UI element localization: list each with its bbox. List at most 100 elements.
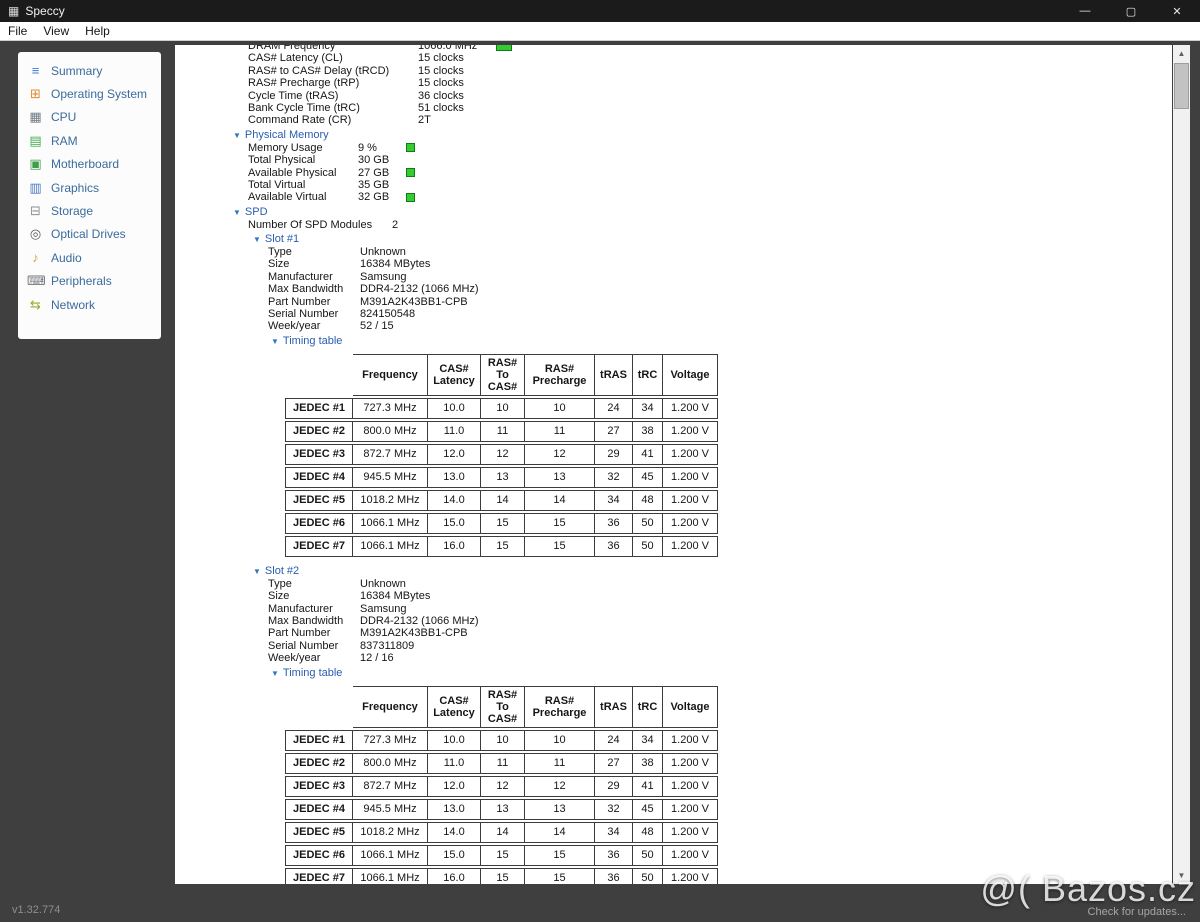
sidebar-item-ram[interactable]: ▤RAM — [18, 129, 161, 152]
sidebar-item-peripherals[interactable]: ⌨Peripherals — [18, 270, 161, 293]
section-header-slot-1[interactable]: ▼Slot #1 — [175, 233, 1172, 246]
table-row: JEDEC #1727.3 MHz10.0101024341.200 V — [285, 398, 718, 419]
info-label: Week/year — [268, 320, 360, 332]
section-header-label: Physical Memory — [245, 129, 329, 142]
section-header-spd[interactable]: ▼SPD — [175, 206, 1172, 219]
sidebar-item-label: Peripherals — [51, 274, 112, 288]
info-label: DRAM Frequency — [248, 45, 418, 52]
section-header-physical-memory[interactable]: ▼ Physical Memory — [175, 129, 1172, 142]
value-cell: 10.0 — [428, 730, 481, 751]
column-header: CAS# Latency — [428, 686, 481, 728]
sidebar-item-graphics[interactable]: ▥Graphics — [18, 176, 161, 199]
section-header-label: Timing table — [283, 667, 343, 680]
value-cell: 1.200 V — [663, 776, 718, 797]
sidebar-item-motherboard[interactable]: ▣Motherboard — [18, 153, 161, 176]
info-row: RAS# Precharge (tRP)15 clocks — [175, 77, 1172, 89]
section-header-timing-table-2[interactable]: ▼Timing table — [175, 667, 1172, 680]
timing-table-2: FrequencyCAS# LatencyRAS# To CAS#RAS# Pr… — [285, 684, 718, 884]
graphics-icon: ▥ — [27, 180, 44, 196]
value-cell: 34 — [595, 822, 633, 843]
value-cell: 10 — [525, 398, 595, 419]
value-cell: 38 — [633, 753, 663, 774]
row-name-cell: JEDEC #2 — [285, 421, 353, 442]
scrollbar-down-button[interactable] — [1173, 867, 1190, 884]
info-row: Total Virtual35 GB — [175, 179, 1172, 191]
menu-view[interactable]: View — [35, 22, 77, 40]
info-label: Available Virtual — [248, 191, 358, 203]
sidebar-item-audio[interactable]: ♪Audio — [18, 246, 161, 269]
column-header: tRC — [633, 354, 663, 396]
sidebar-item-label: Audio — [51, 251, 82, 265]
value-cell: 12 — [525, 444, 595, 465]
collapse-arrow-icon: ▼ — [233, 129, 241, 142]
value-cell: 1.200 V — [663, 730, 718, 751]
value-cell: 50 — [633, 868, 663, 884]
table-row: JEDEC #3872.7 MHz12.0121229411.200 V — [285, 776, 718, 797]
info-row: Size16384 MBytes — [175, 258, 1172, 270]
app-icon — [8, 5, 19, 17]
value-cell: 14 — [481, 490, 525, 511]
cpu-icon: ▦ — [27, 109, 44, 125]
minimize-button[interactable]: — — [1062, 0, 1108, 22]
column-header: Frequency — [353, 686, 428, 728]
section-header-label: Timing table — [283, 335, 343, 348]
value-cell: 10 — [481, 398, 525, 419]
level-indicator — [496, 45, 512, 51]
menu-help[interactable]: Help — [77, 22, 118, 40]
sidebar-item-cpu[interactable]: ▦CPU — [18, 106, 161, 129]
value-cell: 14.0 — [428, 490, 481, 511]
level-indicator — [406, 143, 415, 152]
value-cell: 10.0 — [428, 398, 481, 419]
maximize-button[interactable]: ▢ — [1108, 0, 1154, 22]
close-button[interactable]: ✕ — [1154, 0, 1200, 22]
menu-file[interactable]: File — [0, 22, 35, 40]
section-header-timing-table-1[interactable]: ▼Timing table — [175, 335, 1172, 348]
info-row: Max BandwidthDDR4-2132 (1066 MHz) — [175, 283, 1172, 295]
info-value: 16384 MBytes — [360, 590, 430, 602]
column-header: CAS# Latency — [428, 354, 481, 396]
table-row: JEDEC #61066.1 MHz15.0151536501.200 V — [285, 513, 718, 534]
value-cell: 13.0 — [428, 799, 481, 820]
info-row: Memory Usage9 % — [175, 142, 1172, 154]
value-cell: 1.200 V — [663, 467, 718, 488]
timing-table-header-row: FrequencyCAS# LatencyRAS# To CAS#RAS# Pr… — [285, 354, 718, 396]
value-cell: 45 — [633, 467, 663, 488]
info-label: Week/year — [268, 652, 360, 664]
sidebar-item-optical-drives[interactable]: ◎Optical Drives — [18, 223, 161, 246]
scrollbar-up-button[interactable] — [1173, 45, 1190, 62]
info-value: 15 clocks — [418, 65, 464, 77]
value-cell: 32 — [595, 799, 633, 820]
table-row: JEDEC #51018.2 MHz14.0141434481.200 V — [285, 490, 718, 511]
value-cell: 12.0 — [428, 776, 481, 797]
check-for-updates-link[interactable]: Check for updates... — [1088, 906, 1186, 918]
info-row: ManufacturerSamsung — [175, 603, 1172, 615]
value-cell: 15.0 — [428, 845, 481, 866]
value-cell: 1066.1 MHz — [353, 845, 428, 866]
sidebar-item-operating-system[interactable]: ⊞Operating System — [18, 82, 161, 105]
info-row: CAS# Latency (CL)15 clocks — [175, 52, 1172, 64]
section-header-slot-2[interactable]: ▼Slot #2 — [175, 565, 1172, 578]
sidebar-item-summary[interactable]: ≡Summary — [18, 59, 161, 82]
value-cell: 24 — [595, 730, 633, 751]
column-header: Voltage — [663, 354, 718, 396]
info-label: Manufacturer — [268, 603, 360, 615]
table-corner-cell — [285, 686, 353, 728]
sidebar-item-label: RAM — [51, 134, 78, 148]
section-header-label: SPD — [245, 206, 268, 219]
info-row: Size16384 MBytes — [175, 590, 1172, 602]
value-cell: 1066.1 MHz — [353, 868, 428, 884]
info-label: Size — [268, 590, 360, 602]
value-cell: 32 — [595, 467, 633, 488]
value-cell: 1.200 V — [663, 421, 718, 442]
scrollbar-thumb[interactable] — [1174, 63, 1189, 109]
value-cell: 15 — [525, 845, 595, 866]
value-cell: 872.7 MHz — [353, 444, 428, 465]
value-cell: 11.0 — [428, 753, 481, 774]
value-cell: 800.0 MHz — [353, 421, 428, 442]
info-label: Available Physical — [248, 167, 358, 179]
value-cell: 727.3 MHz — [353, 730, 428, 751]
sidebar-item-storage[interactable]: ⊟Storage — [18, 199, 161, 222]
value-cell: 11 — [525, 753, 595, 774]
scrollbar[interactable] — [1173, 45, 1190, 884]
sidebar-item-network[interactable]: ⇆Network — [18, 293, 161, 316]
